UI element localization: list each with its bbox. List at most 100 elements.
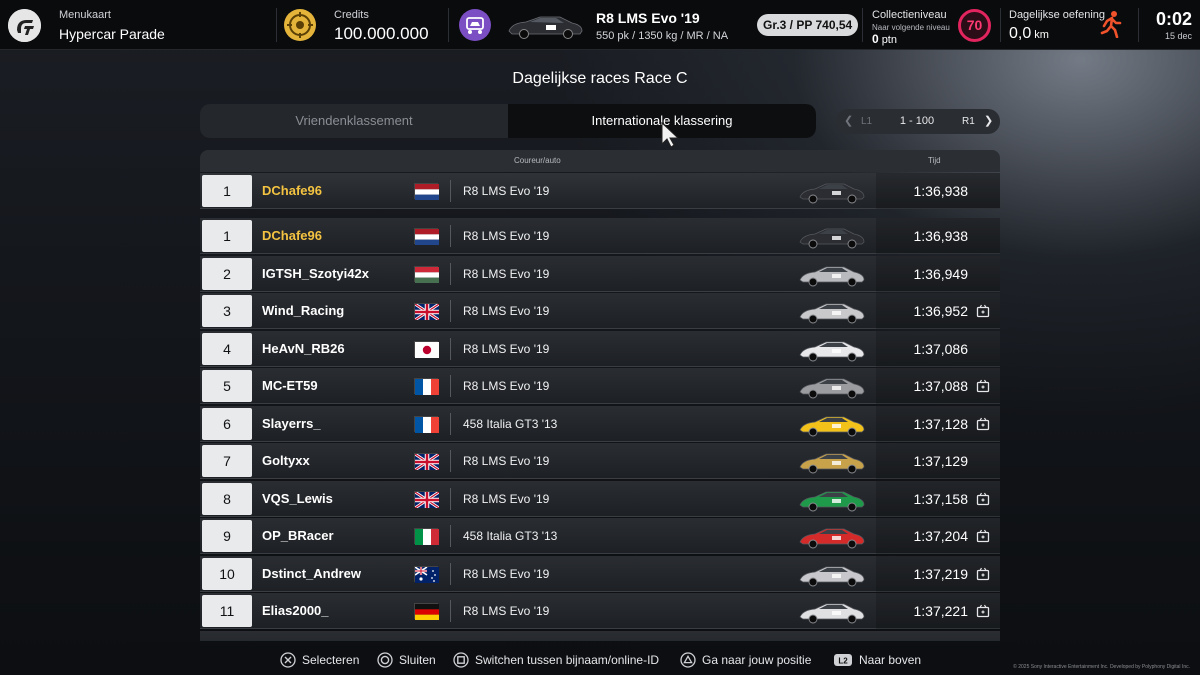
divider: [862, 8, 863, 42]
divider: [450, 262, 451, 285]
driver-name: DChafe96: [262, 228, 322, 243]
hint-to-top-label: Naar boven: [859, 652, 922, 667]
replay-icon[interactable]: [976, 567, 990, 586]
table-row[interactable]: 9 OP_BRacer 458 Italia GT3 '13 1:37,204: [200, 518, 1000, 554]
l1-button-hint: L1: [861, 116, 873, 127]
table-row[interactable]: 11 Elias2000_ R8 LMS Evo '19 1:37,221: [200, 593, 1000, 629]
replay-icon[interactable]: [976, 529, 990, 548]
tab-friends-ranking[interactable]: Vriendenklassement: [200, 104, 508, 138]
hint-select[interactable]: Selecteren: [280, 652, 359, 668]
divider: [276, 8, 277, 42]
lap-time: 1:37,128: [913, 415, 969, 432]
page-title: Dagelijkse races Race C: [512, 70, 688, 87]
hint-toggle-name[interactable]: Switchen tussen bijnaam/online-ID: [453, 652, 659, 668]
lap-time: 1:37,204: [913, 528, 969, 544]
flag-de-icon: [414, 603, 439, 620]
rank-number: 4: [202, 332, 252, 365]
credits-value: 100.000.000: [334, 24, 429, 43]
svg-text:L2: L2: [838, 656, 848, 665]
divider: [450, 337, 451, 360]
lap-time: 1:37,219: [913, 565, 969, 582]
collection-level-label: Collectieniveau: [872, 9, 947, 21]
car-thumbnail: [798, 600, 866, 629]
chevron-right-icon[interactable]: ❯: [984, 109, 993, 134]
car-model: R8 LMS Evo '19: [463, 454, 550, 468]
collector-level-badge[interactable]: 70: [958, 9, 991, 42]
column-driver-car: Coureur/auto: [514, 156, 561, 165]
current-car-image: [506, 13, 584, 44]
divider: [450, 180, 451, 202]
hint-to-top[interactable]: L2 Naar boven: [833, 652, 921, 667]
rank-number: 11: [202, 595, 252, 627]
table-row[interactable]: 6 Slayerrs_ 458 Italia GT3 '13 1:37,128: [200, 405, 1000, 442]
triangle-button-icon: [680, 652, 696, 668]
table-row[interactable]: 4 HeAvN_RB26 R8 LMS Evo '19 1:37,086: [200, 330, 1000, 367]
clock-time: 0:02: [1155, 9, 1192, 29]
clock-date: 15 dec: [1164, 31, 1192, 41]
car-thumbnail: [798, 180, 866, 209]
car-model: 458 Italia GT3 '13: [463, 529, 558, 543]
garage-car-icon[interactable]: [459, 9, 491, 41]
flag-au-icon: [414, 565, 439, 583]
car-thumbnail: [798, 525, 866, 554]
table-row[interactable]: 3 Wind_Racing R8 LMS Evo '19 1:36,952: [200, 293, 1000, 329]
hint-my-position[interactable]: Ga naar jouw positie: [680, 652, 811, 668]
lap-time: 1:36,949: [913, 265, 969, 282]
hint-my-position-label: Ga naar jouw positie: [702, 653, 812, 667]
rank-number: 7: [202, 445, 252, 477]
hint-close[interactable]: Sluiten: [377, 652, 436, 668]
r1-button-hint: R1: [962, 116, 975, 127]
chevron-left-icon[interactable]: ❮: [844, 109, 853, 134]
car-thumbnail: [798, 413, 866, 442]
rank-number: 8: [202, 482, 252, 515]
divider: [450, 412, 451, 435]
replay-icon[interactable]: [976, 492, 990, 511]
table-row[interactable]: 7 Goltyxx R8 LMS Evo '19 1:37,129: [200, 443, 1000, 479]
replay-icon[interactable]: [976, 604, 990, 623]
rank-number: 1: [202, 175, 252, 207]
lap-time: 1:37,158: [913, 490, 969, 507]
gt-logo-icon[interactable]: [8, 9, 41, 42]
page-range: 1 - 100: [899, 115, 935, 127]
table-row[interactable]: 5 MC-ET59 R8 LMS Evo '19 1:37,088: [200, 368, 1000, 404]
car-model: R8 LMS Evo '19: [463, 266, 550, 281]
cross-button-icon: [280, 652, 296, 668]
collection-points: 0 ptn: [872, 32, 897, 46]
replay-icon[interactable]: [976, 304, 990, 323]
table-row[interactable]: 10 Dstinct_Andrew R8 LMS Evo '19 1:37,21…: [200, 555, 1000, 592]
l2-button-icon: L2: [834, 653, 852, 666]
daily-workout-distance: 0,0 km: [1009, 25, 1049, 43]
hint-select-label: Selecteren: [302, 653, 360, 667]
car-model: R8 LMS Evo '19: [463, 341, 550, 356]
driver-name: MC-ET59: [262, 378, 318, 393]
car-thumbnail: [798, 300, 866, 329]
menu-value: Hypercar Parade: [59, 26, 165, 42]
replay-icon[interactable]: [976, 379, 990, 398]
car-model: R8 LMS Evo '19: [463, 304, 550, 318]
driver-name: IGTSH_Szotyi42x: [262, 265, 369, 281]
table-row-partial: [200, 630, 1000, 641]
copyright-notice: © 2025 Sony Interactive Entertainment In…: [1013, 664, 1190, 670]
runner-icon[interactable]: [1099, 10, 1123, 43]
credits-label: Credits: [334, 9, 369, 21]
credits-coin-icon[interactable]: [284, 9, 316, 41]
leaderboard-header: Coureur/auto Tijd: [200, 150, 1000, 172]
lap-time: 1:36,952: [913, 303, 969, 319]
own-position-row[interactable]: 1 DChafe96 R8 LMS Evo '19 1:36,938: [200, 173, 1000, 209]
table-row[interactable]: 1 DChafe96 R8 LMS Evo '19 1:36,938: [200, 218, 1000, 254]
divider: [1138, 8, 1139, 42]
pointer-cursor-icon: [660, 121, 682, 153]
square-button-icon: [453, 652, 469, 668]
flag-fr-icon: [414, 415, 439, 433]
leaderboard-list[interactable]: 1 DChafe96 R8 LMS Evo '19 1:36,938 1 DCh…: [200, 173, 1000, 641]
lap-time: 1:36,938: [913, 183, 969, 199]
replay-icon[interactable]: [976, 417, 990, 436]
flag-jp-icon: [414, 340, 439, 358]
menu-label: Menukaart: [59, 9, 111, 21]
car-thumbnail: [798, 450, 866, 479]
table-row[interactable]: 2 IGTSH_Szotyi42x R8 LMS Evo '19 1:36,94…: [200, 255, 1000, 292]
flag-nl-icon: [414, 183, 439, 200]
divider: [450, 300, 451, 322]
divider: [450, 600, 451, 622]
table-row[interactable]: 8 VQS_Lewis R8 LMS Evo '19 1:37,158: [200, 480, 1000, 517]
